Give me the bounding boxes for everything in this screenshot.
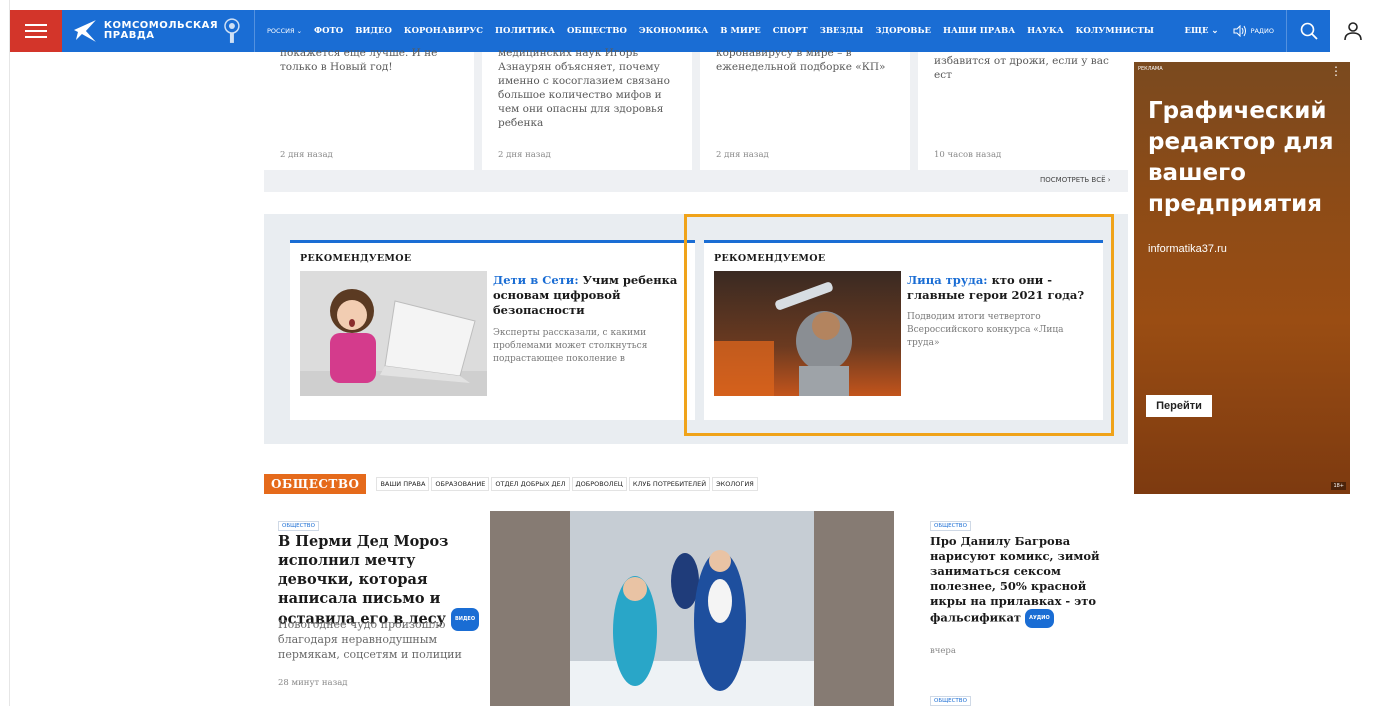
hamburger-menu-button[interactable] (10, 10, 62, 52)
see-all-link[interactable]: ПОСМОТРЕТЬ ВСЁ › (1040, 176, 1111, 184)
nav-item-stars[interactable]: ЗВЕЗДЫ (820, 26, 864, 36)
nav-item-politics[interactable]: ПОЛИТИКА (495, 26, 555, 36)
subtag-link[interactable]: ОБРАЗОВАНИЕ (431, 477, 490, 491)
window-edge (0, 0, 10, 706)
news-card-time: 2 дня назад (498, 150, 551, 160)
recommended-description: Подводим итоги четвертого Всероссийского… (907, 312, 1064, 348)
nav-item-our-rights[interactable]: НАШИ ПРАВА (943, 26, 1015, 36)
news-card[interactable]: избавится от дрожи, если у вас ест 10 ча… (918, 52, 1128, 170)
logo-text: КОМСОМОЛЬСКАЯ ПРАВДА (103, 20, 219, 41)
main-story-photo[interactable] (490, 511, 894, 706)
nav-item-health[interactable]: ЗДОРОВЬЕ (875, 26, 931, 36)
order-medal-icon (224, 18, 240, 43)
news-card-time: 2 дня назад (716, 150, 769, 160)
side-story-card[interactable]: ОБЩЕСТВО (911, 675, 1127, 706)
news-card-time: 2 дня назад (280, 150, 333, 160)
recommended-heading: РЕКОМЕНДУЕМОЕ (714, 253, 826, 264)
ad-label: РЕКЛАМА (1138, 66, 1163, 72)
main-story-lead: Новогоднее чудо произошло благодаря нера… (278, 618, 462, 661)
subtag-link[interactable]: ОТДЕЛ ДОБРЫХ ДЕЛ (491, 477, 570, 491)
nav-item-sport[interactable]: СПОРТ (773, 26, 808, 36)
ad-options-icon[interactable]: ⋮ (1330, 64, 1342, 78)
subtag-link[interactable]: КЛУБ ПОТРЕБИТЕЛЕЙ (628, 477, 711, 491)
top-navigation-bar: КОМСОМОЛЬСКАЯ ПРАВДА РОССИЯ ⌄ ФОТО ВИДЕО… (10, 10, 1376, 52)
nav-item-coronavirus[interactable]: КОРОНАВИРУС (404, 26, 483, 36)
speaker-icon (1233, 25, 1246, 37)
recommended-image (714, 271, 901, 396)
subtag-link[interactable]: ЭКОЛОГИЯ (712, 477, 758, 491)
age-rating-badge: 18+ (1331, 482, 1346, 490)
account-button[interactable] (1330, 10, 1376, 52)
more-menu-button[interactable]: ЕЩЕ ⌄ (1185, 26, 1219, 36)
search-icon (1300, 22, 1318, 40)
recommended-heading: РЕКОМЕНДУЕМОЕ (300, 253, 412, 264)
radio-label: РАДИО (1250, 27, 1274, 35)
recommended-title[interactable]: Дети в Сети: Учим ребенка основам цифров… (493, 273, 683, 318)
main-story-time: 28 минут назад (278, 678, 348, 688)
nav-item-society[interactable]: ОБЩЕСТВО (567, 26, 627, 36)
ad-cta-button[interactable]: Перейти (1146, 395, 1212, 417)
logo-star-icon (73, 20, 96, 42)
category-tag[interactable]: ОБЩЕСТВО (930, 696, 971, 706)
ad-domain: informatika37.ru (1148, 243, 1227, 255)
news-card-text: избавится от дрожи, если у вас ест (934, 55, 1109, 81)
side-story-title[interactable]: Про Данилу Багрова нарисуют комикс, зимо… (930, 534, 1120, 628)
news-card-text: покажется еще лучше. И не только в Новый… (280, 47, 438, 73)
recommended-card[interactable]: РЕКОМЕНДУЕМОЕ Дети в Сети: Учим ребенка … (290, 240, 695, 420)
nav-divider (254, 10, 255, 52)
subtag-link[interactable]: ВАШИ ПРАВА (376, 477, 430, 491)
recommended-card[interactable]: РЕКОМЕНДУЕМОЕ Лица труда: кто они - глав… (704, 240, 1103, 420)
nav-item-science[interactable]: НАУКА (1027, 26, 1064, 36)
nav-item-photo[interactable]: ФОТО (314, 26, 343, 36)
category-tag[interactable]: ОБЩЕСТВО (278, 521, 319, 531)
nav-item-columnists[interactable]: КОЛУМНИСТЫ (1076, 26, 1154, 36)
section-header: ОБЩЕСТВО ВАШИ ПРАВА ОБРАЗОВАНИЕ ОТДЕЛ ДО… (264, 474, 760, 494)
subtag-link[interactable]: ДОБРОВОЛЕЦ (571, 477, 627, 491)
recommended-description: Эксперты рассказали, с какими проблемами… (493, 328, 648, 364)
recommended-title[interactable]: Лица труда: кто они - главные герои 2021… (907, 273, 1097, 303)
search-button[interactable] (1286, 10, 1330, 52)
nav-item-world[interactable]: В МИРЕ (720, 26, 760, 36)
news-card[interactable]: коронавирусу в мире – в еженедельной под… (700, 47, 910, 170)
region-selector[interactable]: РОССИЯ ⌄ (267, 27, 302, 35)
nav-item-video[interactable]: ВИДЕО (355, 26, 392, 36)
side-story-time: вчера (930, 646, 956, 656)
news-card-text: медицинских наук Игорь Азнаурян объясняе… (498, 47, 670, 129)
advertisement-banner[interactable]: РЕКЛАМА ⋮ Графический редактор для вашег… (1134, 62, 1350, 494)
section-title[interactable]: ОБЩЕСТВО (264, 474, 367, 494)
nav-item-economy[interactable]: ЭКОНОМИКА (639, 26, 708, 36)
audio-badge: АУДИО (1025, 609, 1054, 628)
ad-headline: Графический редактор для вашего предприя… (1148, 98, 1334, 217)
radio-button[interactable]: РАДИО (1233, 25, 1274, 37)
recommended-image (300, 271, 487, 396)
main-story-card[interactable]: ОБЩЕСТВО В Перми Дед Мороз исполнил мечт… (264, 500, 905, 706)
topbar-tools: ЕЩЕ ⌄ РАДИО (1185, 10, 1376, 52)
news-card[interactable]: покажется еще лучше. И не только в Новый… (264, 47, 474, 170)
side-story-card[interactable]: ОБЩЕСТВО Про Данилу Багрова нарисуют ком… (911, 500, 1127, 667)
news-card-text: коронавирусу в мире – в еженедельной под… (716, 47, 886, 73)
news-card-time: 10 часов назад (934, 150, 1002, 160)
site-logo[interactable]: КОМСОМОЛЬСКАЯ ПРАВДА (66, 10, 242, 52)
category-tag[interactable]: ОБЩЕСТВО (930, 521, 971, 531)
user-icon (1344, 22, 1362, 41)
news-card[interactable]: медицинских наук Игорь Азнаурян объясняе… (482, 47, 692, 170)
